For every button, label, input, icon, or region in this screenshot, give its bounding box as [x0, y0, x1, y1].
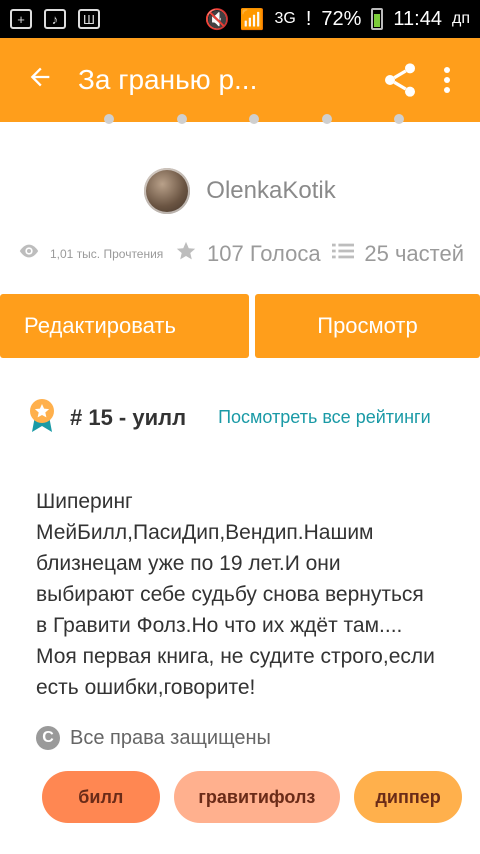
reads-stat: 1,01 тыс. Прочтения — [18, 243, 163, 264]
status-bar: + ♪ Ш 🔇 📶 3G ! 72% 11:44 дп — [0, 0, 480, 38]
tag-chip[interactable]: диппер — [354, 771, 462, 823]
story-title: За гранью р... — [78, 64, 258, 95]
tags-row: билл гравитифолз диппер — [42, 771, 462, 823]
status-bar-system: 🔇 📶 3G ! 72% 11:44 дп — [205, 7, 470, 32]
wifi-icon: 📶 — [239, 8, 265, 31]
sim-alert-icon: ! — [305, 7, 312, 30]
votes-stat: 107 Голоса — [175, 240, 321, 267]
share-icon[interactable] — [370, 60, 430, 100]
tiktok-icon: ♪ — [44, 9, 66, 29]
list-icon — [332, 242, 355, 265]
copyright-icon: C — [36, 726, 60, 750]
author-row[interactable]: OlenkaKotik — [0, 168, 480, 214]
mute-icon: 🔇 — [204, 8, 230, 31]
app-bar: За гранью р... — [0, 38, 480, 122]
status-bar-notifications: + ♪ Ш — [10, 9, 100, 29]
view-button[interactable]: Просмотр — [255, 294, 480, 358]
author-name[interactable]: OlenkaKotik — [206, 177, 335, 205]
avatar[interactable] — [144, 168, 191, 214]
back-arrow-icon[interactable] — [26, 63, 78, 97]
view-all-rankings-link[interactable]: Посмотреть все рейтинги — [218, 407, 431, 428]
action-buttons: Редактировать Просмотр — [0, 294, 480, 358]
ranking-medal-icon — [28, 398, 56, 437]
tag-chip[interactable]: билл — [42, 771, 160, 823]
reads-count: 1,01 тыс. Прочтения — [50, 246, 164, 261]
add-notification-icon: + — [10, 9, 32, 29]
tag-chip[interactable]: гравитифолз — [173, 771, 341, 823]
votes-count: 107 Голоса — [207, 240, 321, 266]
parts-count[interactable]: 25 частей — [364, 241, 464, 267]
ranking-text: # 15 - уилл — [70, 404, 187, 430]
network-type: 3G — [274, 10, 296, 27]
copyright-text: Все права защищены — [70, 726, 271, 749]
star-icon — [175, 240, 197, 267]
app-notification-icon: Ш — [78, 9, 100, 29]
copyright-row: C Все права защищены — [36, 726, 271, 750]
battery-percent: 72% — [321, 7, 362, 30]
clock: 11:44 — [393, 7, 442, 30]
parts-stat[interactable]: 25 частей — [332, 241, 464, 267]
edit-button[interactable]: Редактировать — [0, 294, 249, 358]
battery-icon — [371, 8, 384, 30]
ranking-row: # 15 - уилл Посмотреть все рейтинги — [28, 398, 468, 437]
story-stats: 1,01 тыс. Прочтения 107 Голоса 25 частей — [18, 240, 464, 267]
clock-suffix: дп — [452, 10, 470, 27]
scrolled-title-remnant — [104, 114, 404, 124]
story-description: Шиперинг МейБилл,ПасиДип,Вендип.Нашим бл… — [36, 490, 435, 699]
eye-icon — [18, 243, 40, 264]
more-options-icon[interactable] — [430, 65, 464, 95]
